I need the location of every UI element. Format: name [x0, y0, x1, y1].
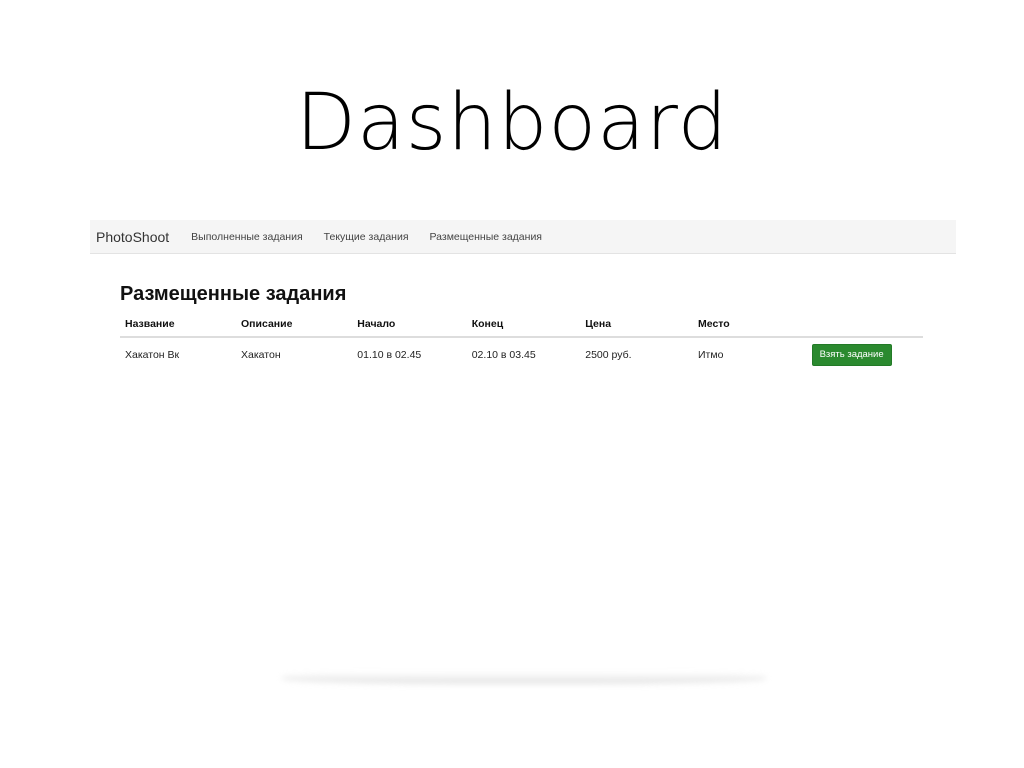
column-header-description: Описание: [236, 312, 353, 338]
cell-price: 2500 руб.: [585, 349, 632, 361]
table-row: Хакатон Вк Хакатон 01.10 в 02.45 02.10 в…: [120, 337, 923, 372]
column-header-price: Цена: [580, 312, 693, 338]
main-content: Размещенные задания Название Описание На…: [90, 282, 956, 372]
column-header-action: [806, 312, 923, 338]
column-header-name: Название: [120, 312, 237, 338]
column-header-start: Начало: [352, 312, 467, 338]
slide-title: Dashboard: [295, 78, 729, 168]
take-task-button[interactable]: Взять задание: [811, 344, 892, 366]
page-title: Размещенные задания: [120, 283, 347, 305]
nav-link-completed-tasks[interactable]: Выполненные задания: [191, 231, 302, 243]
app-screenshot: PhotoShoot Выполненные задания Текущие з…: [90, 220, 956, 380]
cell-description: Хакатон: [241, 349, 281, 361]
column-header-end: Конец: [466, 312, 581, 338]
column-header-place: Место: [693, 312, 807, 338]
slide: Dashboard PhotoShoot Выполненные задания…: [0, 0, 1024, 768]
brand-link[interactable]: PhotoShoot: [96, 229, 169, 245]
screenshot-shadow: [282, 672, 766, 684]
table-header-row: Название Описание Начало Конец Цена Мест…: [120, 312, 923, 338]
cell-place: Итмо: [698, 349, 724, 361]
cell-start: 01.10 в 02.45: [357, 349, 422, 361]
cell-name: Хакатон Вк: [125, 349, 180, 361]
navbar: PhotoShoot Выполненные задания Текущие з…: [90, 220, 956, 254]
nav-link-posted-tasks[interactable]: Размещенные задания: [430, 231, 542, 243]
cell-action: Взять задание: [807, 337, 923, 372]
tasks-table: Название Описание Начало Конец Цена Мест…: [120, 312, 923, 372]
nav-link-current-tasks[interactable]: Текущие задания: [324, 231, 409, 243]
cell-end: 02.10 в 03.45: [471, 349, 536, 361]
